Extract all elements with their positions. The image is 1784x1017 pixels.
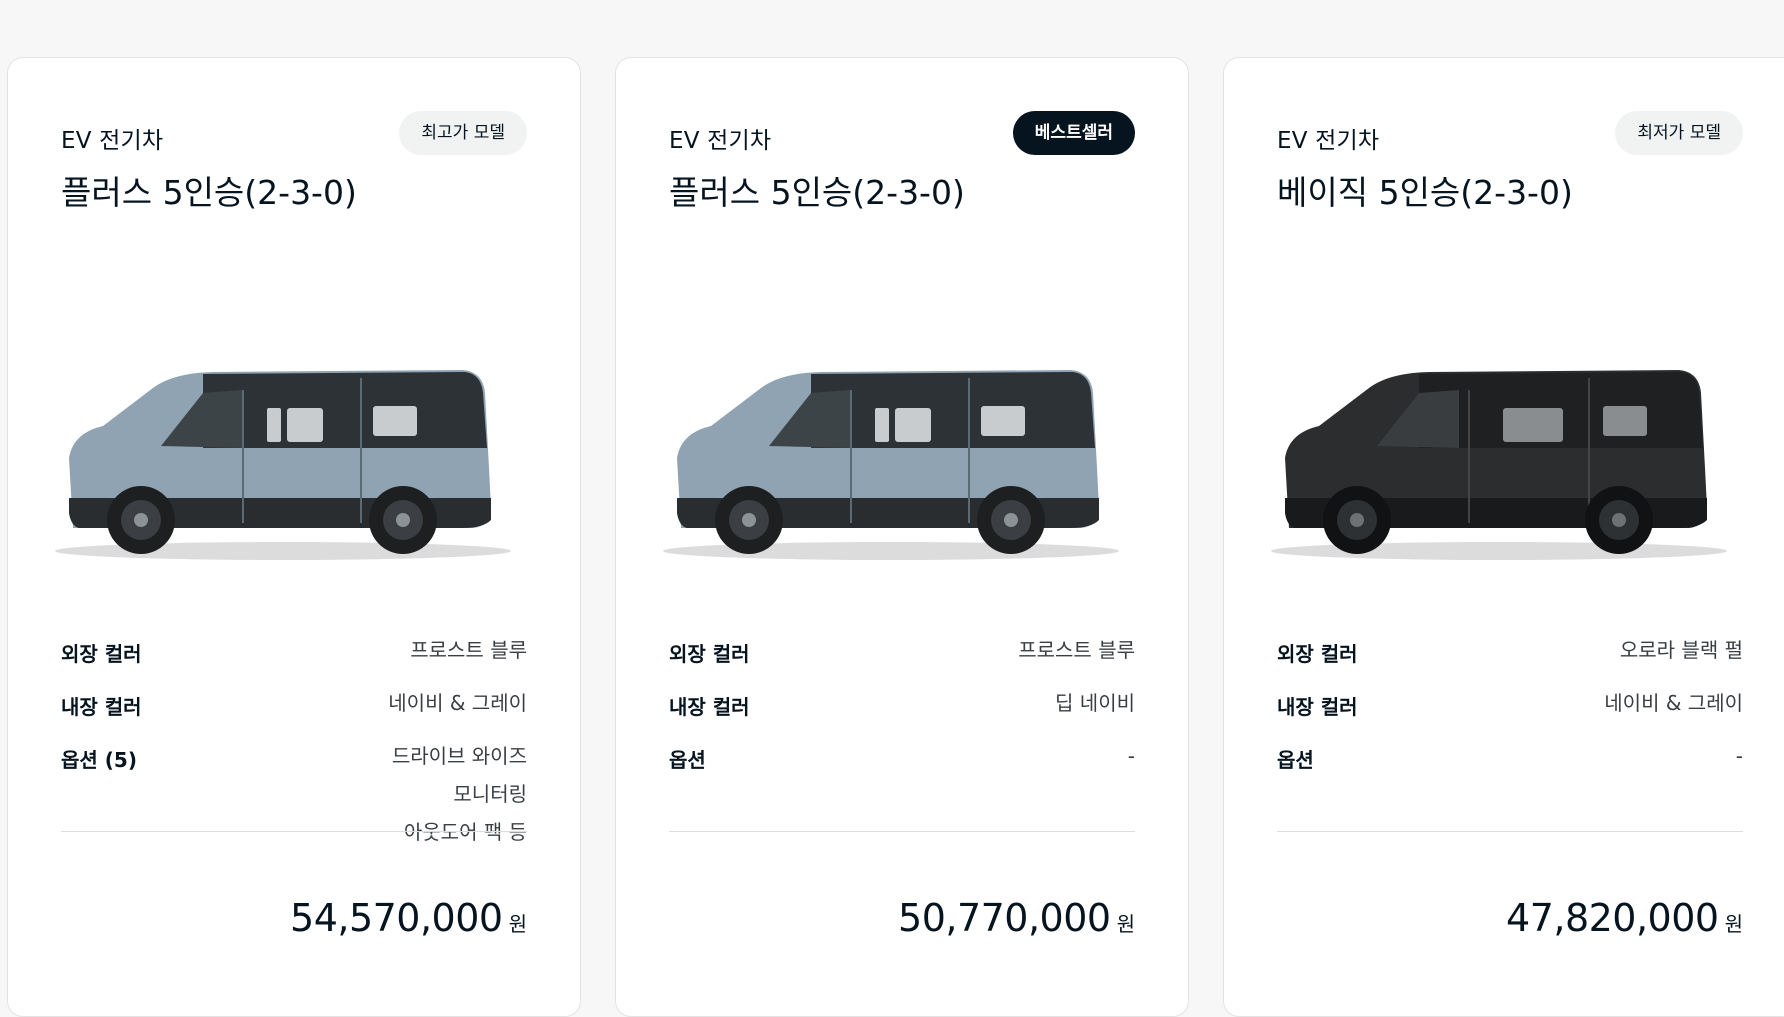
exterior-color-row: 외장 컬러 프로스트 블루 (669, 638, 1135, 669)
price: 47,820,000 원 (1506, 896, 1743, 940)
car-image (663, 370, 1119, 560)
divider (61, 831, 527, 832)
spec-list: 외장 컬러 오로라 블랙 펄 내장 컬러 네이비 & 그레이 옵션 - (1277, 638, 1743, 797)
fuel-type: EV 전기차 (669, 128, 772, 154)
options-row: 옵션 - (1277, 744, 1743, 775)
van-illustration (1271, 370, 1727, 560)
interior-color-value: 네이비 & 그레이 (388, 691, 527, 715)
options-label: 옵션 (5) (61, 748, 137, 772)
fuel-type: EV 전기차 (1277, 128, 1380, 154)
price-amount: 54,570,000 (290, 896, 503, 940)
van-illustration (55, 370, 511, 560)
interior-color-row: 내장 컬러 딥 네이비 (669, 691, 1135, 722)
model-name: 플러스 5인승(2-3-0) (61, 173, 357, 212)
model-name: 베이직 5인승(2-3-0) (1277, 173, 1573, 212)
options-value: 드라이브 와이즈 모니터링 아웃도어 팩 등 (392, 737, 527, 851)
van-illustration (663, 370, 1119, 560)
divider (1277, 831, 1743, 832)
trim-card[interactable]: EV 전기차 플러스 5인승(2-3-0) 최고가 모델 외장 컬러 프로스트 … (7, 57, 581, 1017)
trim-card[interactable]: EV 전기차 베이직 5인승(2-3-0) 최저가 모델 외장 컬러 오로라 블… (1223, 57, 1784, 1017)
exterior-color-value: 프로스트 블루 (410, 638, 527, 662)
car-image (55, 370, 511, 560)
fuel-type: EV 전기차 (61, 128, 164, 154)
model-name: 플러스 5인승(2-3-0) (669, 173, 965, 212)
option-item: 아웃도어 팩 등 (403, 820, 527, 844)
price: 54,570,000 원 (290, 896, 527, 940)
trim-card-list: EV 전기차 플러스 5인승(2-3-0) 최고가 모델 외장 컬러 프로스트 … (0, 0, 1784, 1017)
interior-color-value: 딥 네이비 (1055, 691, 1135, 715)
spec-list: 외장 컬러 프로스트 블루 내장 컬러 딥 네이비 옵션 - (669, 638, 1135, 797)
exterior-color-value: 오로라 블랙 펄 (1619, 638, 1743, 662)
price-amount: 50,770,000 (898, 896, 1111, 940)
badge-highest-price: 최고가 모델 (399, 111, 527, 155)
exterior-color-row: 외장 컬러 프로스트 블루 (61, 638, 527, 669)
option-item: - (1127, 744, 1135, 768)
badge-bestseller: 베스트셀러 (1012, 111, 1135, 155)
options-row: 옵션 - (669, 744, 1135, 775)
option-item: 모니터링 (453, 782, 527, 806)
interior-color-value: 네이비 & 그레이 (1604, 691, 1743, 715)
interior-color-label: 내장 컬러 (1277, 695, 1358, 719)
interior-color-row: 내장 컬러 네이비 & 그레이 (1277, 691, 1743, 722)
badge-lowest-price: 최저가 모델 (1615, 111, 1743, 155)
price-unit: 원 (508, 912, 527, 936)
car-image (1271, 370, 1727, 560)
exterior-color-row: 외장 컬러 오로라 블랙 펄 (1277, 638, 1743, 669)
price-unit: 원 (1724, 912, 1743, 936)
price: 50,770,000 원 (898, 896, 1135, 940)
interior-color-label: 내장 컬러 (61, 695, 142, 719)
price-unit: 원 (1116, 912, 1135, 936)
trim-card[interactable]: EV 전기차 플러스 5인승(2-3-0) 베스트셀러 외장 컬러 프로스트 블… (615, 57, 1189, 1017)
options-label: 옵션 (669, 748, 706, 772)
interior-color-label: 내장 컬러 (669, 695, 750, 719)
interior-color-row: 내장 컬러 네이비 & 그레이 (61, 691, 527, 722)
option-item: - (1735, 744, 1743, 768)
option-item: 드라이브 와이즈 (391, 744, 527, 768)
options-value: - (1736, 737, 1743, 775)
divider (669, 831, 1135, 832)
price-amount: 47,820,000 (1506, 896, 1719, 940)
exterior-color-label: 외장 컬러 (61, 642, 142, 666)
options-value: - (1128, 737, 1135, 775)
exterior-color-value: 프로스트 블루 (1018, 638, 1135, 662)
options-label: 옵션 (1277, 748, 1314, 772)
spec-list: 외장 컬러 프로스트 블루 내장 컬러 네이비 & 그레이 옵션 (5) 드라이… (61, 638, 527, 873)
exterior-color-label: 외장 컬러 (669, 642, 750, 666)
exterior-color-label: 외장 컬러 (1277, 642, 1358, 666)
options-row: 옵션 (5) 드라이브 와이즈 모니터링 아웃도어 팩 등 (61, 744, 527, 851)
